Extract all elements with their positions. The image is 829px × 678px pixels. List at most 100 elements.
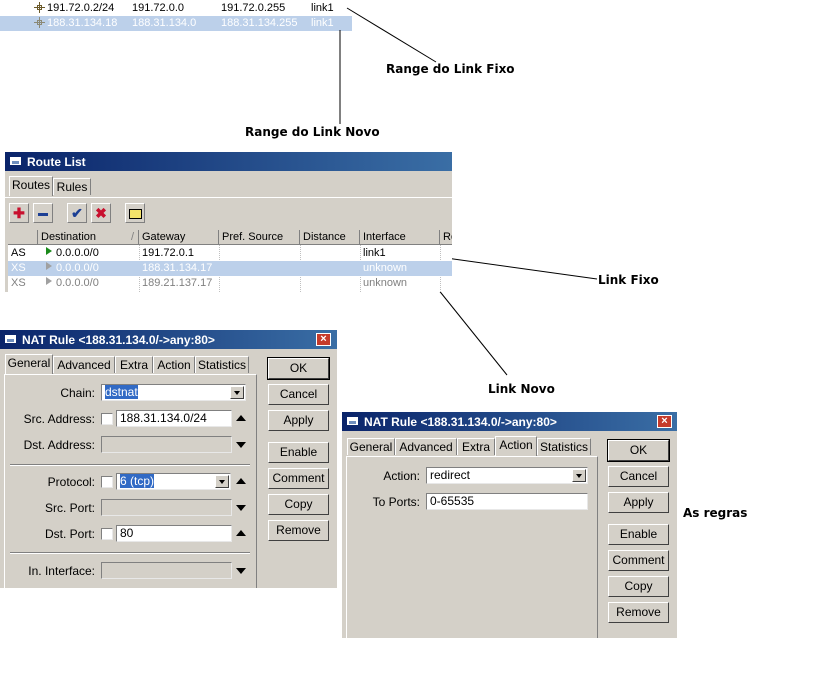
dst-address-label: Dst. Address: [23,438,95,452]
close-button[interactable]: × [316,333,331,346]
tab-action[interactable]: Action [153,356,195,373]
src-address-input[interactable]: 188.31.134.0/24 [116,410,232,427]
enable-button[interactable]: ✔ [67,203,87,223]
address-plus-icon [34,2,45,13]
add-button[interactable]: ✚ [9,203,29,223]
dst-port-negate-checkbox[interactable] [101,528,113,540]
src-address-negate-checkbox[interactable] [101,413,113,425]
apply-button[interactable]: Apply [608,492,669,513]
action-label: Action: [383,469,420,483]
tab-statistics[interactable]: Statistics [195,356,249,373]
in-interface-input[interactable] [101,562,232,579]
route-list-titlebar[interactable]: Route List [5,152,452,171]
disable-button[interactable]: ✖ [91,203,111,223]
table-row[interactable]: AS 0.0.0.0/0 191.72.0.1 link1 [8,246,452,261]
tab-routes[interactable]: Routes [9,176,53,196]
nat-general-titlebar[interactable]: NAT Rule <188.31.134.0/->any:80> × [0,330,337,349]
cancel-button[interactable]: Cancel [608,466,669,487]
col-interface[interactable]: Interface [360,230,440,245]
close-icon: × [320,333,327,345]
nat-rule-general-window: NAT Rule <188.31.134.0/->any:80> × Gener… [0,330,337,588]
address-row[interactable]: 191.72.0.2/24 191.72.0.0 191.72.0.255 li… [0,1,352,16]
cancel-button[interactable]: Cancel [268,384,329,405]
enable-button[interactable]: Enable [608,524,669,545]
table-row-selected[interactable]: XS 0.0.0.0/0 188.31.134.17 unknown [8,261,452,276]
remove-button[interactable]: Remove [608,602,669,623]
col-destination[interactable]: Destination / [38,230,139,245]
action-select[interactable]: redirect [426,467,588,484]
route-list-tabs: Routes Rules [9,176,209,196]
window-icon [347,417,358,425]
remove-button[interactable]: Remove [268,520,329,541]
col-flags[interactable] [8,230,38,245]
network-value: 188.31.134.0 [132,17,197,29]
comment-button[interactable] [125,203,145,223]
line-range-fixo [346,7,437,63]
separator [10,464,250,466]
copy-button[interactable]: Copy [268,494,329,515]
collapse-arrow-icon[interactable] [236,415,246,421]
chevron-down-icon[interactable] [230,386,244,399]
disabled-flag-icon [46,277,52,285]
protocol-label: Protocol: [47,475,95,489]
broadcast-value: 191.72.0.255 [221,2,286,14]
col-ro[interactable]: Ro [440,230,452,245]
tab-extra[interactable]: Extra [115,356,153,373]
to-ports-input[interactable]: 0-65535 [426,493,588,510]
expand-arrow-icon[interactable] [236,505,246,511]
active-flag-icon [46,247,52,255]
row-interface: link1 [363,247,386,259]
tab-general[interactable]: General [347,438,395,455]
tab-general[interactable]: General [5,354,53,374]
expand-arrow-icon[interactable] [236,568,246,574]
col-pref-source[interactable]: Pref. Source [219,230,300,245]
row-gateway: 188.31.134.17 [142,262,213,274]
dst-port-input[interactable]: 80 [116,525,232,542]
add-icon: ✚ [13,205,25,221]
annotation-range-link-fixo: Range do Link Fixo [386,62,515,76]
col-distance[interactable]: Distance [300,230,360,245]
interface-value: link1 [311,2,334,14]
window-title: NAT Rule <188.31.134.0/->any:80> [364,415,557,429]
tab-advanced[interactable]: Advanced [53,356,115,373]
row-destination: 0.0.0.0/0 [56,277,99,289]
chevron-down-icon[interactable] [215,475,229,488]
row-flags: XS [11,262,26,274]
ok-button[interactable]: OK [267,357,330,380]
table-row[interactable]: XS 0.0.0.0/0 189.21.137.17 unknown [8,276,452,291]
chain-select[interactable]: dstnat [101,384,246,401]
collapse-arrow-icon[interactable] [236,530,246,536]
col-gateway[interactable]: Gateway [139,230,219,245]
disable-icon: ✖ [95,205,107,221]
apply-button[interactable]: Apply [268,410,329,431]
address-value: 188.31.134.18 [47,17,118,29]
tab-extra[interactable]: Extra [457,438,495,455]
comment-button[interactable]: Comment [608,550,669,571]
tab-rules[interactable]: Rules [53,178,91,195]
protocol-select[interactable]: 6 (tcp) [116,473,231,490]
protocol-negate-checkbox[interactable] [101,476,113,488]
close-button[interactable]: × [657,415,672,428]
collapse-arrow-icon[interactable] [236,478,246,484]
nat-action-titlebar[interactable]: NAT Rule <188.31.134.0/->any:80> × [342,412,677,431]
tab-advanced[interactable]: Advanced [395,438,457,455]
window-title: NAT Rule <188.31.134.0/->any:80> [22,333,215,347]
ok-button[interactable]: OK [607,439,670,462]
tab-action[interactable]: Action [495,436,537,456]
comment-button[interactable]: Comment [268,468,329,489]
chevron-down-icon[interactable] [572,469,586,482]
address-row-selected[interactable]: 188.31.134.18 188.31.134.0 188.31.134.25… [0,16,352,31]
remove-button[interactable] [33,203,53,223]
address-plus-icon [34,17,45,28]
line-link-fixo [431,255,598,280]
expand-arrow-icon[interactable] [236,442,246,448]
tab-statistics[interactable]: Statistics [537,438,591,455]
copy-button[interactable]: Copy [608,576,669,597]
enable-button[interactable]: Enable [268,442,329,463]
row-interface: unknown [363,277,408,289]
src-port-input[interactable] [101,499,232,516]
enable-icon: ✔ [71,205,83,221]
dst-address-input[interactable] [101,436,232,453]
src-address-label: Src. Address: [23,412,95,426]
close-icon: × [661,415,668,427]
